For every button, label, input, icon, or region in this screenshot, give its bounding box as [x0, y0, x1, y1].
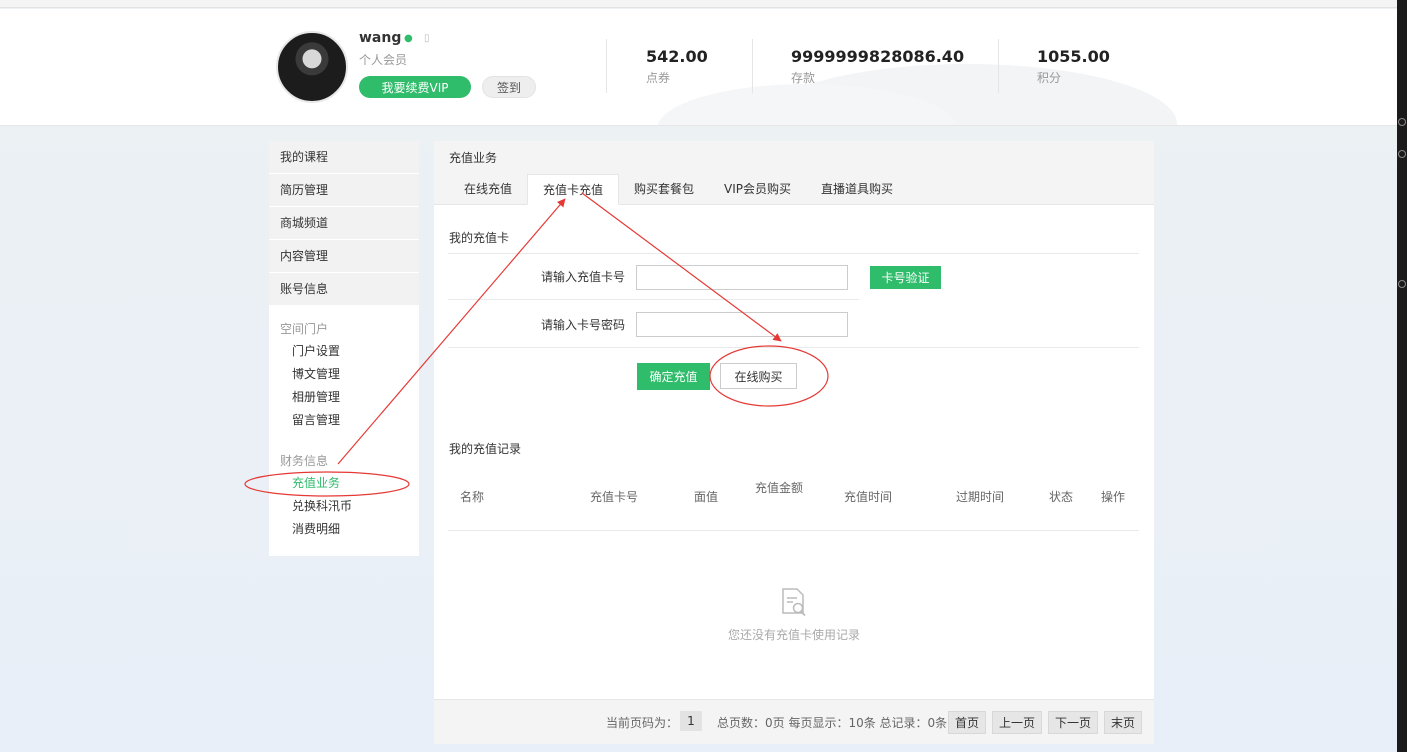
column-header-amount: 充值金额 [754, 481, 803, 495]
confirm-recharge-button[interactable]: 确定充值 [637, 363, 710, 390]
stat-value: 542.00 [646, 47, 708, 66]
document-search-icon [782, 588, 806, 617]
divider [752, 39, 753, 93]
tab-online-recharge[interactable]: 在线充值 [449, 174, 527, 205]
stat-deposit: 9999999828086.40 存款 [791, 47, 964, 86]
stat-score: 1055.00 积分 [1037, 47, 1110, 86]
column-header-status: 状态 [1048, 490, 1073, 504]
column-header-expire-time: 过期时间 [955, 490, 1004, 504]
mobile-icon: ▯ [424, 33, 430, 44]
sidebar-item-album[interactable]: 相册管理 [269, 386, 419, 409]
tab-vip-purchase[interactable]: VIP会员购买 [709, 174, 806, 205]
stat-label: 点券 [646, 71, 671, 85]
user-name: wang [359, 30, 402, 46]
tab-buy-package[interactable]: 购买套餐包 [619, 174, 709, 205]
recharge-panel: 充值业务 在线充值 充值卡充值 购买套餐包 VIP会员购买 直播道具购买 我的充… [434, 141, 1154, 744]
divider [448, 253, 1139, 254]
divider [448, 299, 859, 300]
tab-card-recharge[interactable]: 充值卡充值 [527, 174, 620, 205]
avatar[interactable] [276, 31, 348, 103]
stat-label: 存款 [791, 71, 816, 85]
buy-online-button[interactable]: 在线购买 [720, 363, 797, 389]
pagination: 当前页码为： 1 总页数：0页 每页显示：10条 总记录：0条 首页 上一页 下… [434, 699, 1154, 744]
section-title-records: 我的充值记录 [449, 442, 522, 456]
panel-title: 充值业务 [449, 151, 498, 165]
side-square-icon [1398, 280, 1406, 288]
pager-prev-button[interactable]: 上一页 [992, 711, 1042, 734]
sidebar-item-portal-settings[interactable]: 门户设置 [269, 340, 419, 363]
sidebar-item-blog[interactable]: 博文管理 [269, 363, 419, 386]
user-header: wang ● ▯ 个人会员 我要续费VIP 签到 542.00 点券 99999… [0, 9, 1397, 126]
pager-current-label: 当前页码为： [606, 716, 679, 730]
user-verified-icon: ● [404, 33, 413, 44]
sidebar: 我的课程 简历管理 商城频道 内容管理 账号信息 空间门户 门户设置 博文管理 … [269, 141, 419, 556]
pager-first-button[interactable]: 首页 [948, 711, 986, 734]
pager-summary: 总页数：0页 每页显示：10条 总记录：0条 [717, 716, 948, 730]
sign-in-button[interactable]: 签到 [482, 76, 536, 98]
card-number-label: 请输入充值卡号 [540, 270, 625, 284]
pager-last-button[interactable]: 末页 [1104, 711, 1142, 734]
side-heart-icon [1398, 150, 1406, 158]
card-number-input[interactable] [636, 265, 848, 290]
column-header-card-number: 充值卡号 [589, 490, 638, 504]
user-level: 个人会员 [359, 53, 408, 67]
divider [606, 39, 607, 93]
section-title-my-cards: 我的充值卡 [449, 231, 510, 245]
divider [448, 347, 1139, 348]
column-header-name: 名称 [459, 490, 484, 504]
divider [998, 39, 999, 93]
sidebar-item-resume[interactable]: 简历管理 [269, 174, 419, 207]
sidebar-item-mall[interactable]: 商城频道 [269, 207, 419, 240]
sidebar-item-account[interactable]: 账号信息 [269, 273, 419, 306]
sidebar-item-messages[interactable]: 留言管理 [269, 409, 419, 432]
browser-bookmarks-strip [0, 0, 1397, 8]
divider [448, 530, 1139, 531]
sidebar-group-portal: 空间门户 [280, 322, 329, 336]
card-password-input[interactable] [636, 312, 848, 337]
browser-side-bar [1397, 0, 1407, 752]
stat-value: 9999999828086.40 [791, 47, 965, 66]
side-circle-icon [1398, 118, 1406, 126]
stat-value: 1055.00 [1037, 47, 1110, 66]
pager-next-button[interactable]: 下一页 [1048, 711, 1098, 734]
sidebar-item-courses[interactable]: 我的课程 [269, 141, 419, 174]
column-header-recharge-time: 充值时间 [843, 490, 892, 504]
empty-records-text: 您还没有充值卡使用记录 [727, 628, 860, 642]
sidebar-item-exchange[interactable]: 兑换科汛币 [269, 495, 419, 518]
tab-live-props[interactable]: 直播道具购买 [806, 174, 908, 205]
sidebar-item-content[interactable]: 内容管理 [269, 240, 419, 273]
stat-points: 542.00 点券 [646, 47, 708, 86]
card-password-label: 请输入卡号密码 [540, 318, 625, 332]
column-header-face-value: 面值 [693, 490, 718, 504]
renew-vip-button[interactable]: 我要续费VIP [359, 76, 471, 98]
tab-bar: 在线充值 充值卡充值 购买套餐包 VIP会员购买 直播道具购买 [449, 174, 908, 205]
sidebar-item-consumption[interactable]: 消费明细 [269, 518, 419, 541]
sidebar-group-finance: 财务信息 [280, 454, 329, 468]
stat-label: 积分 [1037, 71, 1062, 85]
column-header-actions: 操作 [1100, 490, 1125, 504]
pager-current-page[interactable]: 1 [680, 711, 702, 731]
panel-header: 充值业务 在线充值 充值卡充值 购买套餐包 VIP会员购买 直播道具购买 [434, 141, 1154, 205]
sidebar-item-recharge[interactable]: 充值业务 [269, 472, 419, 495]
verify-card-button[interactable]: 卡号验证 [870, 266, 941, 289]
